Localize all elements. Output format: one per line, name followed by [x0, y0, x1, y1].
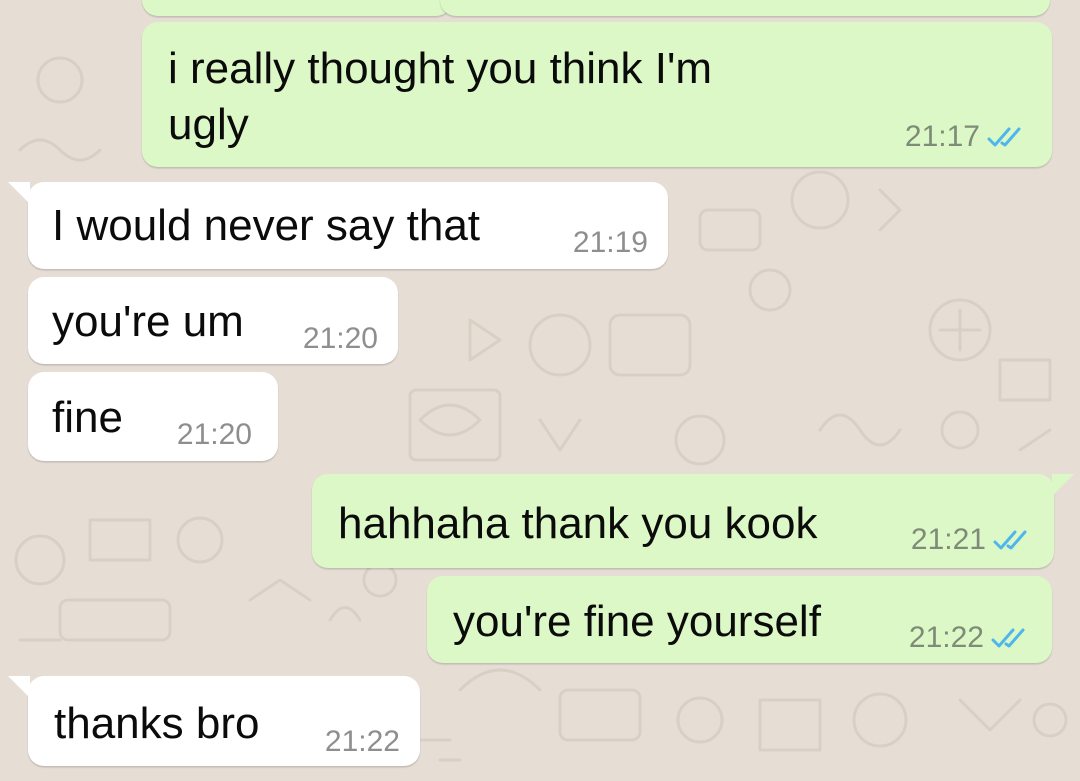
- message-time: 21:22: [324, 725, 400, 758]
- message-bubble-incoming[interactable]: you're um 21:20: [28, 277, 398, 364]
- message-text: you're um: [52, 297, 244, 346]
- message-bubble-outgoing[interactable]: [142, 0, 452, 16]
- message-text: I would never say that: [52, 201, 481, 250]
- message-meta: 21:20: [303, 323, 378, 355]
- message-bubble-outgoing[interactable]: [440, 0, 1050, 16]
- message-time: 21:20: [302, 322, 378, 355]
- bubble-tail: [8, 676, 30, 698]
- message-meta: 21:21: [911, 524, 1036, 556]
- double-check-icon: [987, 127, 1021, 147]
- message-time: 21:19: [572, 226, 648, 259]
- message-text: ugly: [168, 100, 249, 149]
- chat-area[interactable]: i really thought you think I'm ugly 21:1…: [0, 0, 1080, 781]
- message-text: i really thought you think I'm: [168, 44, 713, 93]
- message-meta: 21:20: [177, 419, 252, 451]
- double-check-icon: [991, 628, 1025, 648]
- message-meta: 21:22: [325, 726, 400, 758]
- message-time: 21:21: [910, 523, 986, 556]
- message-time: 21:17: [904, 120, 980, 153]
- message-text: you're fine yourself: [453, 597, 821, 646]
- message-text: fine: [52, 393, 123, 442]
- message-meta: 21:19: [573, 227, 648, 259]
- message-meta: 21:17: [905, 121, 1030, 153]
- bubble-tail: [8, 182, 30, 204]
- bubble-tail: [1052, 474, 1074, 496]
- message-text: hahhaha thank you kook: [338, 499, 818, 548]
- message-bubble-outgoing[interactable]: i really thought you think I'm ugly 21:1…: [142, 22, 1052, 167]
- message-bubble-outgoing[interactable]: you're fine yourself 21:22: [427, 576, 1052, 663]
- message-bubble-incoming[interactable]: I would never say that 21:19: [8, 182, 668, 269]
- message-bubble-outgoing[interactable]: hahhaha thank you kook 21:21: [312, 474, 1074, 568]
- double-check-icon: [993, 530, 1027, 550]
- message-text: thanks bro: [54, 699, 260, 748]
- message-meta: 21:22: [909, 622, 1034, 654]
- message-time: 21:20: [176, 418, 252, 451]
- message-time: 21:22: [908, 621, 984, 654]
- message-bubble-incoming[interactable]: fine 21:20: [28, 372, 278, 461]
- message-bubble-incoming[interactable]: thanks bro 21:22: [8, 676, 420, 766]
